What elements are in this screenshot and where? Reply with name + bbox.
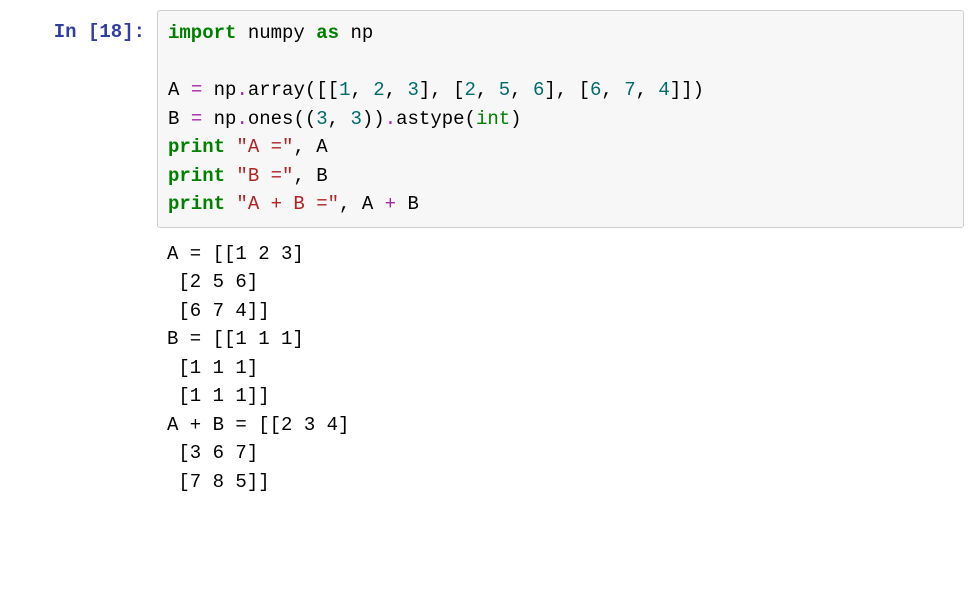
code-line-5: print "A =", A xyxy=(168,133,953,162)
code-text: astype( xyxy=(396,108,476,130)
code-text xyxy=(225,165,236,187)
code-text: numpy xyxy=(236,22,316,44)
builtin-int: int xyxy=(476,108,510,130)
keyword-print: print xyxy=(168,136,225,158)
string-literal: "B =" xyxy=(236,165,293,187)
number-literal: 2 xyxy=(373,79,384,101)
code-text: B xyxy=(168,108,191,130)
code-text: , A xyxy=(293,136,327,158)
number-literal: 6 xyxy=(533,79,544,101)
operator-plus: + xyxy=(385,193,396,215)
number-literal: 3 xyxy=(350,108,361,130)
code-text: , A xyxy=(339,193,385,215)
code-text: , xyxy=(510,79,533,101)
code-line-3: A = np.array([[1, 2, 3], [2, 5, 6], [6, … xyxy=(168,76,953,105)
output-line: B = [[1 1 1] xyxy=(167,325,954,354)
output-line: [2 5 6] xyxy=(167,268,954,297)
operator-assign: = xyxy=(191,108,202,130)
code-text xyxy=(225,193,236,215)
code-text: , xyxy=(350,79,373,101)
number-literal: 3 xyxy=(408,79,419,101)
output-line: A + B = [[2 3 4] xyxy=(167,411,954,440)
code-line-1: import numpy as np xyxy=(168,19,953,48)
string-literal: "A =" xyxy=(236,136,293,158)
input-cell: In [18]: import numpy as np A = np.array… xyxy=(10,10,964,228)
number-literal: 4 xyxy=(658,79,669,101)
output-line: A = [[1 2 3] xyxy=(167,240,954,269)
code-text: , xyxy=(636,79,659,101)
string-literal: "A + B =" xyxy=(236,193,339,215)
output-line: [1 1 1]] xyxy=(167,382,954,411)
keyword-import: import xyxy=(168,22,236,44)
code-text: array([[ xyxy=(248,79,339,101)
code-input-area[interactable]: import numpy as np A = np.array([[1, 2, … xyxy=(157,10,964,228)
code-line-4: B = np.ones((3, 3)).astype(int) xyxy=(168,105,953,134)
code-text xyxy=(225,136,236,158)
number-literal: 5 xyxy=(499,79,510,101)
keyword-as: as xyxy=(316,22,339,44)
code-text: ) xyxy=(510,108,521,130)
output-line: [1 1 1] xyxy=(167,354,954,383)
code-text: , xyxy=(328,108,351,130)
output-cell: A = [[1 2 3] [2 5 6] [6 7 4]] B = [[1 1 … xyxy=(10,228,964,505)
code-text: B xyxy=(396,193,419,215)
input-prompt: In [18]: xyxy=(10,10,157,55)
code-text: ], [ xyxy=(419,79,465,101)
code-line-7: print "A + B =", A + B xyxy=(168,190,953,219)
operator-dot: . xyxy=(385,108,396,130)
operator-dot: . xyxy=(236,108,247,130)
operator-dot: . xyxy=(236,79,247,101)
output-area: A = [[1 2 3] [2 5 6] [6 7 4]] B = [[1 1 … xyxy=(157,228,964,505)
number-literal: 7 xyxy=(624,79,635,101)
keyword-print: print xyxy=(168,193,225,215)
number-literal: 2 xyxy=(465,79,476,101)
code-text: np xyxy=(202,79,236,101)
code-text: ones(( xyxy=(248,108,316,130)
number-literal: 3 xyxy=(316,108,327,130)
code-text: ]]) xyxy=(670,79,704,101)
code-text: )) xyxy=(362,108,385,130)
code-text: , xyxy=(476,79,499,101)
output-line: [3 6 7] xyxy=(167,439,954,468)
code-text: np xyxy=(202,108,236,130)
output-line: [7 8 5]] xyxy=(167,468,954,497)
code-line-6: print "B =", B xyxy=(168,162,953,191)
code-text: ], [ xyxy=(544,79,590,101)
code-text: , xyxy=(601,79,624,101)
operator-assign: = xyxy=(191,79,202,101)
code-text: , xyxy=(385,79,408,101)
output-line: [6 7 4]] xyxy=(167,297,954,326)
code-text: A xyxy=(168,79,191,101)
code-text: np xyxy=(339,22,373,44)
keyword-print: print xyxy=(168,165,225,187)
number-literal: 6 xyxy=(590,79,601,101)
code-line-blank xyxy=(168,48,953,77)
code-text: , B xyxy=(293,165,327,187)
number-literal: 1 xyxy=(339,79,350,101)
